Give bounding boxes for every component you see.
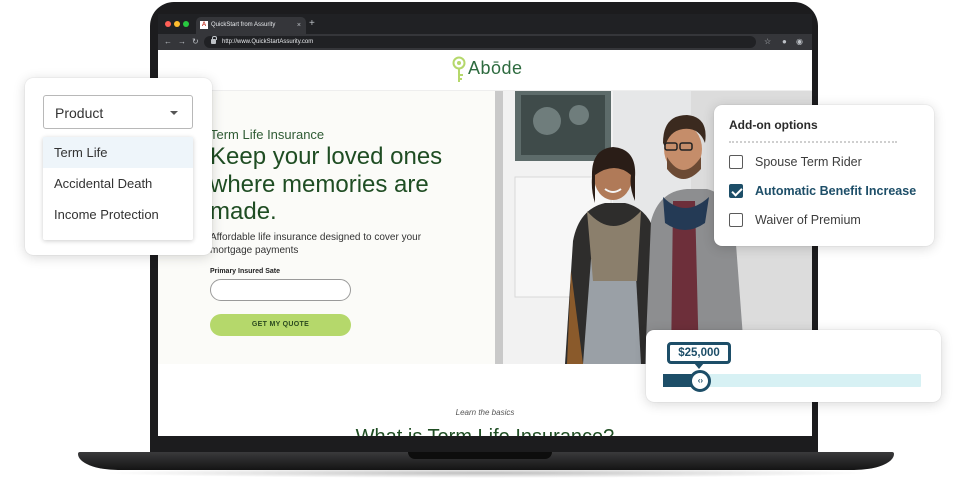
site-logo[interactable]: Abōde <box>468 58 523 79</box>
section-title: What is Term Life Insurance? <box>158 426 812 436</box>
insured-state-input[interactable] <box>210 279 351 301</box>
new-tab-icon[interactable]: + <box>309 17 315 31</box>
bookmark-star-icon[interactable]: ☆ <box>764 36 771 48</box>
insured-state-label: Primary Insured Sate <box>210 268 281 275</box>
key-logo-icon <box>452 56 466 82</box>
tab-close-icon[interactable]: × <box>297 17 301 34</box>
browser-menu-icon[interactable]: ◉ <box>796 36 803 48</box>
url-text: http://www.QuickStartAssurity.com <box>222 39 314 45</box>
window-minimize-dot[interactable] <box>174 21 180 27</box>
addon-options-card: Add-on options Spouse Term Rider Automat… <box>714 105 934 246</box>
addon-option-label: Automatic Benefit Increase <box>755 184 917 198</box>
get-quote-button[interactable]: GET MY QUOTE <box>210 314 351 336</box>
profile-icon[interactable]: ● <box>782 36 787 48</box>
learn-basics-label: Learn the basics <box>455 408 515 417</box>
checkbox-checked[interactable] <box>729 184 743 198</box>
coverage-slider-card: $25,000 ‹› <box>646 330 941 402</box>
addon-option-automatic-benefit-increase[interactable]: Automatic Benefit Increase <box>729 184 929 200</box>
back-icon[interactable]: ← <box>164 36 172 48</box>
checkbox-unchecked[interactable] <box>729 155 743 169</box>
addon-option-label: Waiver of Premium <box>755 213 861 227</box>
browser-tab-bar: A QuickStart from Assurity × + <box>158 14 812 34</box>
addon-option-waiver-of-premium[interactable]: Waiver of Premium <box>729 213 929 229</box>
caret-down-icon <box>170 111 178 115</box>
url-field[interactable]: http://www.QuickStartAssurity.com <box>204 36 756 48</box>
hero-headline: Keep your loved ones where memories are … <box>210 143 443 225</box>
checkbox-unchecked[interactable] <box>729 213 743 227</box>
assurity-favicon-icon: A <box>200 21 208 29</box>
browser-address-bar: ← → ↻ http://www.QuickStartAssurity.com … <box>158 34 812 50</box>
lock-icon <box>211 36 217 44</box>
menu-item-income-protection[interactable]: Income Protection <box>43 199 193 230</box>
hero-subcopy: Affordable life insurance designed to co… <box>210 232 422 256</box>
browser-tab[interactable]: A QuickStart from Assurity × <box>196 17 306 34</box>
tab-title: QuickStart from Assurity <box>211 22 276 28</box>
hero-eyebrow: Term Life Insurance <box>210 127 325 142</box>
slider-handle-icon[interactable]: ‹› <box>689 370 712 392</box>
product-options-menu: Term Life Accidental Death Income Protec… <box>43 137 193 240</box>
menu-item-term-life[interactable]: Term Life <box>43 137 193 168</box>
window-close-dot[interactable] <box>165 21 171 27</box>
product-select[interactable]: Product <box>43 95 193 129</box>
bubble-tail <box>694 363 704 369</box>
addon-options-title: Add-on options <box>729 118 818 132</box>
forward-icon[interactable]: → <box>178 36 186 48</box>
laptop-notch <box>408 452 552 459</box>
window-maximize-dot[interactable] <box>183 21 189 27</box>
site-header: Abōde <box>158 50 812 91</box>
coverage-amount-bubble: $25,000 <box>667 342 731 364</box>
addon-option-label: Spouse Term Rider <box>755 155 862 169</box>
menu-item-accidental-death[interactable]: Accidental Death <box>43 168 193 199</box>
addon-option-spouse-term-rider[interactable]: Spouse Term Rider <box>729 155 929 171</box>
reload-icon[interactable]: ↻ <box>192 36 199 48</box>
product-dropdown-card: Product Term Life Accidental Death Incom… <box>25 78 212 255</box>
addon-divider <box>729 141 897 143</box>
product-select-value: Product <box>55 105 104 121</box>
